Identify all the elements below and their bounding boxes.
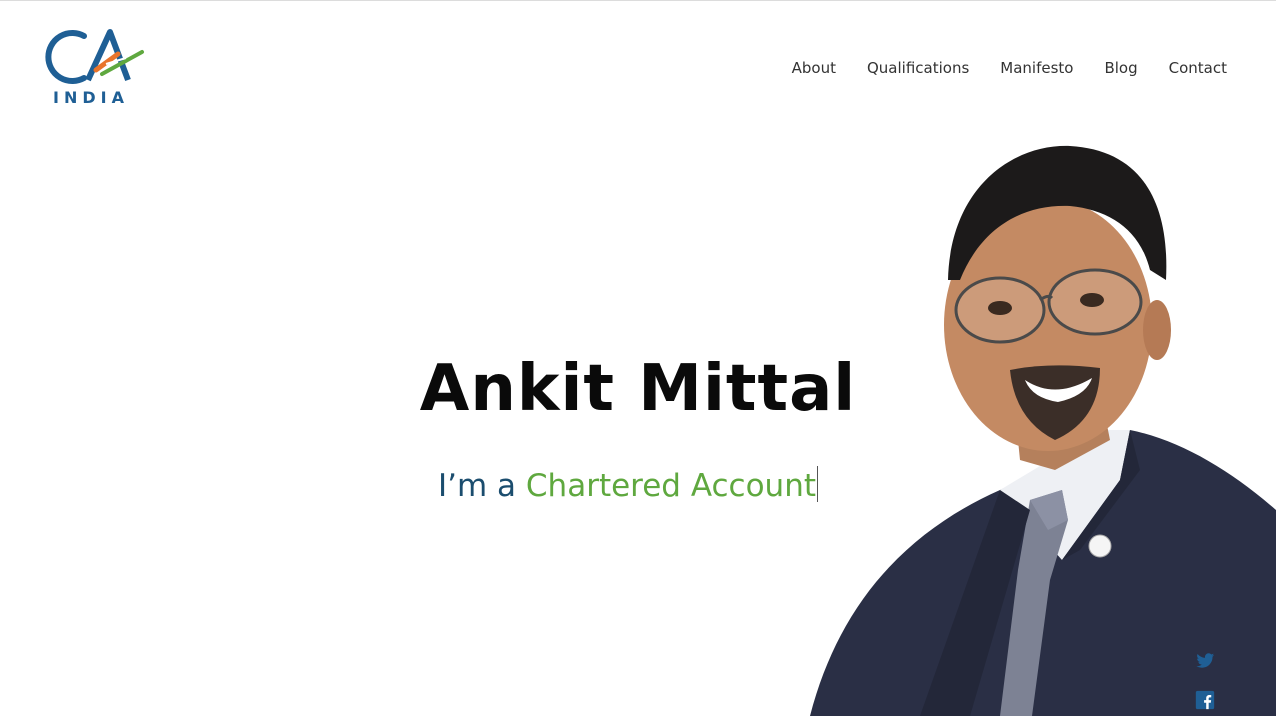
nav-about[interactable]: About <box>792 58 836 78</box>
twitter-icon[interactable] <box>1194 650 1216 672</box>
ca-india-logo[interactable]: INDIA <box>44 26 154 110</box>
main-nav: About Qualifications Manifesto Blog Cont… <box>761 58 1227 78</box>
facebook-icon[interactable] <box>1194 689 1216 711</box>
nav-blog[interactable]: Blog <box>1104 58 1137 78</box>
nav-qualifications[interactable]: Qualifications <box>867 58 969 78</box>
typing-cursor <box>817 466 819 502</box>
hero-name: Ankit Mittal <box>419 352 857 426</box>
top-divider <box>0 0 1276 1</box>
hero-intro-prefix: I’m a <box>438 468 517 504</box>
nav-contact[interactable]: Contact <box>1169 58 1227 78</box>
hero-intro-role: Chartered Account <box>525 468 817 504</box>
hero-subtitle: I’m a Chartered Account <box>438 466 819 504</box>
ca-logo-mark <box>45 29 144 84</box>
nav-manifesto[interactable]: Manifesto <box>1000 58 1073 78</box>
logo-text: INDIA <box>53 88 129 107</box>
